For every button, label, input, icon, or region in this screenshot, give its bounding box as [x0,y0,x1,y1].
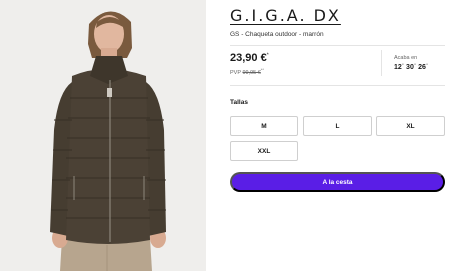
countdown-label: Acaba en [394,55,418,61]
size-option-xxl[interactable]: XXL [230,141,298,161]
rrp-value: 99,95 € [242,69,261,76]
rrp: PVP 99,95 €** [230,67,264,76]
price: 23,90 €* [230,52,269,64]
divider [230,45,445,46]
vertical-divider [381,50,382,76]
product-subtitle: GS - Chaqueta outdoor - marrón [230,31,324,38]
add-to-cart-button[interactable]: A la cesta [230,172,445,192]
price-footnote-marker: * [266,52,269,59]
rrp-footnote-marker: ** [260,67,264,72]
divider [230,85,445,86]
rrp-label: PVP [230,69,241,76]
size-option-m[interactable]: M [230,116,298,136]
price-value: 23,90 € [230,52,267,64]
product-info: G.I.G.A. DX GS - Chaqueta outdoor - marr… [230,0,445,271]
sizes-title: Tallas [230,99,248,106]
countdown-timer: 12˙ 30˙ 26˙ [394,64,429,71]
brand-name[interactable]: G.I.G.A. DX [230,6,341,25]
size-option-l[interactable]: L [303,116,372,136]
size-option-xl[interactable]: XL [376,116,445,136]
product-image[interactable] [0,0,206,271]
